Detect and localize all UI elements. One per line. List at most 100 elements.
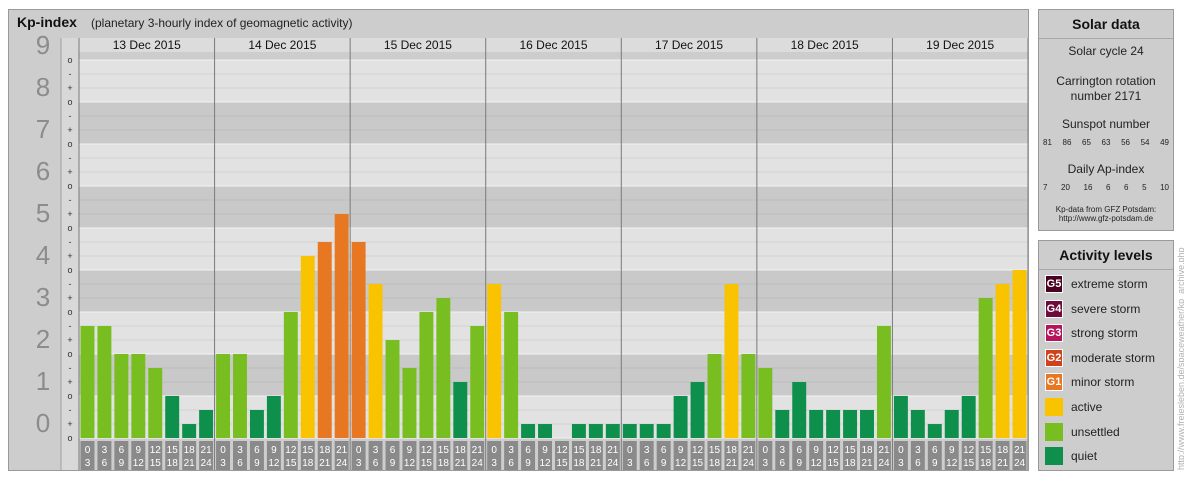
kp-bar xyxy=(538,424,552,438)
kp-bar xyxy=(283,312,298,438)
hour-start-label: 12 xyxy=(421,445,433,456)
kp-bar xyxy=(402,367,417,438)
hour-start-label: 3 xyxy=(644,445,650,456)
grid-band xyxy=(79,186,1028,228)
carrington-line2: number 2171 xyxy=(1070,89,1142,103)
hour-start-label: 3 xyxy=(915,445,921,456)
legend-item: unsettled xyxy=(1045,422,1120,442)
y-minor-tick-label: o xyxy=(67,307,72,317)
activity-levels-panel: Activity levels G5 extreme storm G4 severe … xyxy=(1038,240,1174,471)
hour-end-label: 9 xyxy=(932,458,938,469)
hour-end-label: 15 xyxy=(828,458,840,469)
hour-start-label: 15 xyxy=(167,445,179,456)
kp-bar xyxy=(487,283,502,438)
y-minor-tick-label: o xyxy=(67,97,72,107)
hour-end-label: 9 xyxy=(254,458,260,469)
kp-bar xyxy=(995,283,1010,438)
hour-start-label: 3 xyxy=(373,445,379,456)
kp-bar xyxy=(571,424,586,438)
hour-start-label: 3 xyxy=(779,445,785,456)
y-minor-tick-label: o xyxy=(67,139,72,149)
hour-end-label: 6 xyxy=(508,458,514,469)
kp-bar xyxy=(521,424,536,438)
hour-start-label: 21 xyxy=(336,445,348,456)
legend-swatch: G2 xyxy=(1045,348,1063,367)
hour-end-label: 12 xyxy=(404,458,416,469)
y-minor-tick-label: + xyxy=(67,335,72,345)
hour-end-label: 12 xyxy=(133,458,145,469)
hour-start-label: 15 xyxy=(980,445,992,456)
hour-end-label: 24 xyxy=(1014,458,1026,469)
hour-start-label: 21 xyxy=(472,445,484,456)
hour-start-label: 6 xyxy=(525,445,531,456)
hour-start-label: 18 xyxy=(726,445,738,456)
kp-bar xyxy=(453,382,468,438)
kp-bar xyxy=(826,409,841,438)
kp-bar xyxy=(910,409,925,438)
legend-item: G1 minor storm xyxy=(1045,372,1134,392)
legend-label: strong storm xyxy=(1071,326,1138,341)
hour-start-label: 6 xyxy=(254,445,260,456)
solar-data-panel: Solar data Solar cycle 24 Carrington rot… xyxy=(1038,9,1174,231)
legend-swatch xyxy=(1045,422,1063,441)
hour-end-label: 12 xyxy=(946,458,958,469)
y-minor-tick-label: + xyxy=(67,251,72,261)
y-minor-tick-label: + xyxy=(67,293,72,303)
y-minor-tick-label: o xyxy=(67,265,72,275)
kp-bar xyxy=(622,424,637,438)
hour-start-label: 0 xyxy=(85,445,91,456)
hour-end-label: 12 xyxy=(675,458,687,469)
hour-start-label: 3 xyxy=(102,445,108,456)
hour-start-label: 21 xyxy=(1014,445,1026,456)
hour-start-label: 15 xyxy=(709,445,721,456)
kp-bar xyxy=(165,396,180,438)
sunspot-value: 49 xyxy=(1160,138,1169,147)
sunspot-value: 81 xyxy=(1043,138,1052,147)
day-label: 17 Dec 2015 xyxy=(655,38,723,52)
hour-start-label: 0 xyxy=(763,445,769,456)
kp-bar xyxy=(809,409,824,438)
ap-index-value: 20 xyxy=(1061,183,1070,192)
hour-end-label: 12 xyxy=(811,458,823,469)
kp-bar xyxy=(97,325,112,438)
y-minor-tick-label: o xyxy=(67,181,72,191)
hour-start-label: 15 xyxy=(438,445,450,456)
hour-start-label: 15 xyxy=(845,445,857,456)
legend-item: G5 extreme storm xyxy=(1045,274,1148,294)
hour-end-label: 24 xyxy=(878,458,890,469)
y-minor-tick-label: - xyxy=(69,153,72,163)
hour-end-label: 9 xyxy=(390,458,396,469)
y-minor-tick-label: - xyxy=(69,195,72,205)
hour-start-label: 6 xyxy=(390,445,396,456)
hour-start-label: 6 xyxy=(661,445,667,456)
hour-end-label: 18 xyxy=(438,458,450,469)
ap-index-values: 7 20 16 6 6 5 10 xyxy=(1043,183,1169,192)
legend-swatch: G5 xyxy=(1045,275,1063,293)
y-minor-tick-label: - xyxy=(69,405,72,415)
hour-end-label: 21 xyxy=(861,458,873,469)
y-minor-tick-label: o xyxy=(67,223,72,233)
hour-start-label: 9 xyxy=(542,445,548,456)
hour-start-label: 9 xyxy=(136,445,142,456)
sunspot-value: 65 xyxy=(1082,138,1091,147)
hour-end-label: 18 xyxy=(573,458,585,469)
ap-index-label: Daily Ap-index xyxy=(1067,162,1145,176)
hour-end-label: 24 xyxy=(201,458,213,469)
hour-start-label: 21 xyxy=(878,445,890,456)
hour-end-label: 18 xyxy=(709,458,721,469)
hour-start-label: 18 xyxy=(455,445,467,456)
sunspot-value: 56 xyxy=(1121,138,1130,147)
kp-bar xyxy=(199,409,214,438)
hour-start-label: 3 xyxy=(237,445,243,456)
kp-bar xyxy=(605,424,620,438)
hour-end-label: 12 xyxy=(539,458,551,469)
credit-link[interactable]: http://www.gfz-potsdam.de xyxy=(1039,214,1173,223)
hour-end-label: 21 xyxy=(997,458,1009,469)
day-label: 13 Dec 2015 xyxy=(113,38,181,52)
hour-start-label: 9 xyxy=(678,445,684,456)
kp-bar xyxy=(588,424,603,438)
hour-end-label: 9 xyxy=(796,458,802,469)
hour-start-label: 21 xyxy=(743,445,755,456)
kp-bar xyxy=(673,396,688,438)
kp-bar xyxy=(893,396,908,438)
